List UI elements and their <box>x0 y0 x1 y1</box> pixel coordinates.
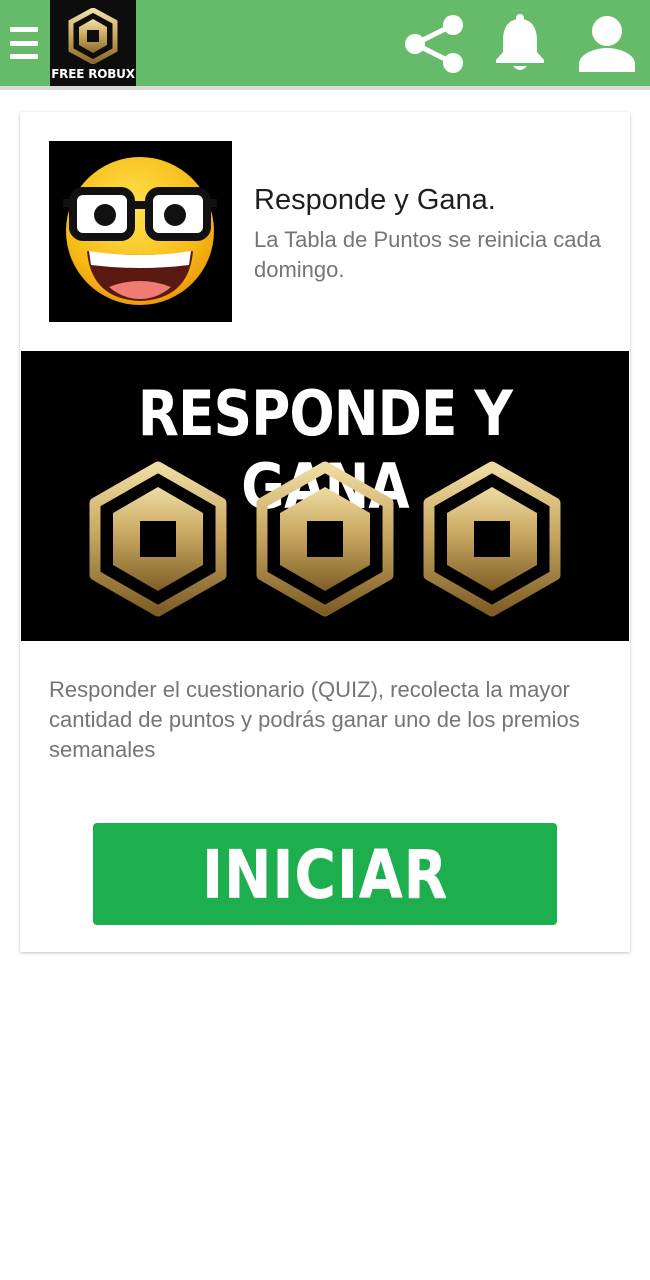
robux-coins-icon <box>89 461 561 617</box>
quiz-description: Responder el cuestionario (QUIZ), recole… <box>49 677 580 762</box>
share-icon[interactable] <box>402 12 466 76</box>
user-icon[interactable] <box>577 14 637 72</box>
nerd-emoji-icon <box>49 141 232 322</box>
quiz-banner: RESPONDE Y GANA <box>21 351 629 641</box>
card-title: Responde y Gana. <box>254 184 496 216</box>
app-bar: FREE ROBUX <box>0 0 650 90</box>
bell-icon[interactable] <box>494 14 546 72</box>
logo-text: FREE ROBUX <box>51 67 135 81</box>
card-subtitle: La Tabla de Puntos se reinicia cada domi… <box>254 227 601 282</box>
start-button[interactable]: INICIAR <box>93 823 557 925</box>
robux-logo-icon <box>68 8 118 64</box>
start-button-label: INICIAR <box>201 835 449 913</box>
app-logo: FREE ROBUX <box>50 0 136 86</box>
quiz-card: Responde y Gana. La Tabla de Puntos se r… <box>20 112 630 952</box>
menu-icon[interactable] <box>10 27 38 59</box>
